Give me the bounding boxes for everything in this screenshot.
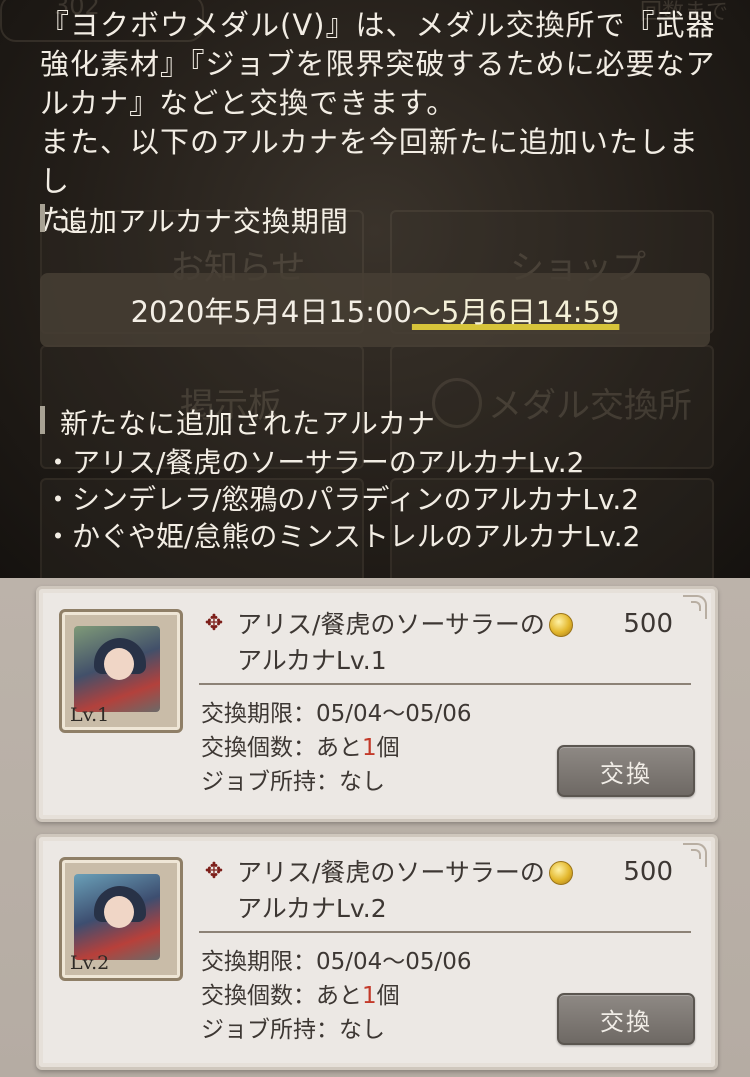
exchange-button[interactable]: 交換	[557, 993, 695, 1045]
item-price: 500	[623, 857, 673, 887]
exchange-button[interactable]: 交換	[557, 745, 695, 797]
cross-diamond-icon: ✥	[204, 611, 224, 636]
exchange-count: 交換個数：あと1個	[201, 731, 472, 765]
arcana-thumbnail[interactable]: Lv.2	[59, 857, 183, 981]
portrait-face	[104, 896, 134, 928]
item-name-line2: アルカナLv.1	[237, 646, 387, 675]
item-name-line1: アリス/餐虎のソーサラーの	[237, 858, 545, 887]
bg-menu-medal-label: メダル交換所	[488, 386, 692, 426]
exchange-list[interactable]: Lv.1 ✥ アリス/餐虎のソーサラーの アルカナLv.1 500 交換期限：0…	[0, 578, 750, 1077]
card-corner-ornament	[683, 595, 707, 619]
news-line: 強化素材』『ジョブを限界突破するために必要なア	[40, 47, 716, 81]
list-item: ・アリス/餐虎のソーサラーのアルカナLv.2	[44, 446, 585, 479]
bg-medal-icon	[432, 378, 482, 428]
exchange-count-suffix: 個	[376, 735, 400, 761]
item-info: 交換期限：05/04〜05/06 交換個数：あと1個 ジョブ所持：なし	[201, 697, 472, 799]
news-line: 『ヨクボウメダル(Ⅴ)』は、メダル交換所で『武器	[40, 8, 716, 42]
level-label: Lv.1	[70, 704, 110, 726]
exchange-count: 交換個数：あと1個	[201, 979, 472, 1013]
cross-diamond-icon: ✥	[204, 859, 224, 884]
item-name-line1: アリス/餐虎のソーサラーの	[237, 610, 545, 639]
item-name: アリス/餐虎のソーサラーの アルカナLv.2	[237, 855, 557, 927]
new-arcana-heading: 新たなに追加されたアルカナ	[40, 402, 436, 442]
portrait-face	[104, 648, 134, 680]
medal-coin-icon	[549, 613, 573, 637]
period-end: 〜5月6日14:59	[411, 295, 620, 329]
exchange-count-value: 1	[362, 735, 377, 761]
exchange-period: 交換期限：05/04〜05/06	[201, 701, 472, 727]
character-portrait	[74, 874, 160, 960]
news-line: ルカナ』などと交換できます。	[40, 86, 457, 120]
item-price: 500	[623, 609, 673, 639]
item-info: 交換期限：05/04〜05/06 交換個数：あと1個 ジョブ所持：なし	[201, 945, 472, 1047]
exchange-count-value: 1	[362, 983, 377, 1009]
card-corner-ornament	[683, 843, 707, 867]
news-overlay: 302 回数まで お知らせ ショップ 掲示板 メダル交換所 『ヨクボウメダル(Ⅴ…	[0, 0, 750, 578]
exchange-period: 交換期限：05/04〜05/06	[201, 949, 472, 975]
job-owned: ジョブ所持：なし	[201, 769, 385, 795]
job-owned: ジョブ所持：なし	[201, 1017, 385, 1043]
character-portrait	[74, 626, 160, 712]
divider	[199, 931, 691, 933]
list-item: ・かぐや姫/怠熊のミンストレルのアルカナLv.2	[44, 520, 641, 553]
period-start: 2020年5月4日15:00	[130, 295, 412, 329]
exchange-count-prefix: 交換個数：あと	[201, 735, 362, 761]
divider	[199, 683, 691, 685]
exchange-count-prefix: 交換個数：あと	[201, 983, 362, 1009]
exchange-item: Lv.2 ✥ アリス/餐虎のソーサラーの アルカナLv.2 500 交換期限：0…	[36, 834, 718, 1070]
news-line: また、以下のアルカナを今回新たに追加いたしまし	[40, 125, 699, 198]
arcana-thumbnail[interactable]: Lv.1	[59, 609, 183, 733]
exchange-count-suffix: 個	[376, 983, 400, 1009]
medal-coin-icon	[549, 861, 573, 885]
item-name-line2: アルカナLv.2	[237, 894, 387, 923]
exchange-item: Lv.1 ✥ アリス/餐虎のソーサラーの アルカナLv.1 500 交換期限：0…	[36, 586, 718, 822]
level-label: Lv.2	[70, 952, 110, 974]
period-heading: 追加アルカナ交換期間	[40, 200, 349, 240]
new-arcana-list: ・アリス/餐虎のソーサラーのアルカナLv.2 ・シンデレラ/慾鴉のパラディンのア…	[44, 444, 640, 555]
item-name: アリス/餐虎のソーサラーの アルカナLv.1	[237, 607, 557, 679]
list-item: ・シンデレラ/慾鴉のパラディンのアルカナLv.2	[44, 483, 640, 516]
period-box: 2020年5月4日15:00 〜5月6日14:59	[40, 273, 710, 347]
